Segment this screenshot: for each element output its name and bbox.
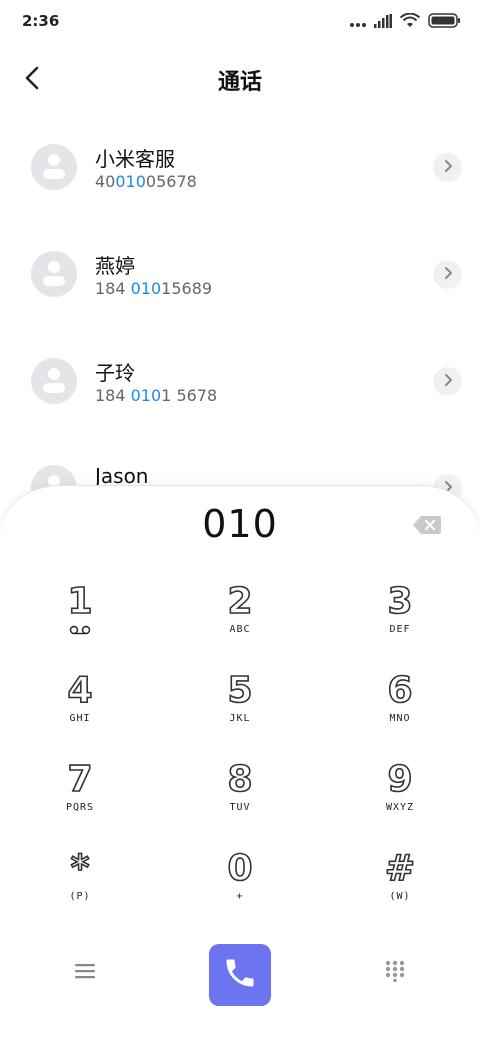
- match-highlight: 010: [115, 172, 146, 191]
- menu-icon: [75, 963, 95, 983]
- key-digit: 2: [227, 581, 254, 623]
- dialpad-sheet: 010 1 2 ABC 3 DEF 4 GHI 5 JKL 6 MNO 7 PQ…: [0, 486, 480, 1040]
- key-letters: WXYZ: [385, 802, 415, 813]
- contact-list: 小米客服 4001005678 燕婷 184 01015689 子玲 184 0…: [0, 114, 480, 542]
- header: 通话: [0, 52, 480, 108]
- call-button[interactable]: [209, 944, 271, 1006]
- key-1[interactable]: 1: [0, 581, 160, 670]
- key-letters: MNO: [389, 713, 411, 724]
- key-digit: 7: [67, 759, 94, 801]
- battery-icon: [428, 13, 460, 32]
- contact-detail-button[interactable]: [433, 367, 462, 396]
- key-star[interactable]: * (P): [0, 848, 160, 937]
- backspace-icon: [412, 516, 442, 540]
- status-bar: 2:36: [0, 0, 480, 44]
- key-letters: ABC: [229, 624, 251, 635]
- key-digit: 6: [387, 670, 414, 712]
- menu-button[interactable]: [70, 958, 100, 988]
- key-6[interactable]: 6 MNO: [320, 670, 480, 759]
- key-letters: TUV: [229, 802, 251, 813]
- key-letters: (P): [69, 891, 91, 902]
- voicemail-icon: [69, 624, 91, 638]
- dots-icon: [350, 13, 366, 32]
- chevron-right-icon: [443, 158, 453, 177]
- key-5[interactable]: 5 JKL: [160, 670, 320, 759]
- key-7[interactable]: 7 PQRS: [0, 759, 160, 848]
- chevron-right-icon: [443, 372, 453, 391]
- match-highlight: 010: [130, 386, 162, 405]
- contact-number: 184 01015689: [95, 279, 213, 298]
- key-0[interactable]: 0 +: [160, 848, 320, 937]
- dialpad-bottom-bar: [0, 942, 480, 1006]
- key-9[interactable]: 9 WXYZ: [320, 759, 480, 848]
- contact-row[interactable]: 燕婷 184 01015689: [0, 221, 480, 328]
- contact-number: 4001005678: [95, 172, 197, 191]
- key-hash[interactable]: # (W): [320, 848, 480, 937]
- page-title: 通话: [217, 70, 262, 95]
- key-2[interactable]: 2 ABC: [160, 581, 320, 670]
- backspace-button[interactable]: [412, 514, 442, 536]
- key-letters: +: [236, 891, 244, 902]
- key-digit: 5: [227, 670, 254, 712]
- contact-name: 子玲: [95, 361, 135, 385]
- contact-row[interactable]: 子玲 184 0101 5678: [0, 328, 480, 435]
- key-3[interactable]: 3 DEF: [320, 581, 480, 670]
- contact-number: 184 0101 5678: [95, 386, 218, 405]
- contact-name: 小米客服: [95, 147, 175, 171]
- avatar: [31, 358, 77, 404]
- signal-icon: [374, 13, 392, 32]
- key-letters: GHI: [69, 713, 91, 724]
- contact-name: 燕婷: [95, 254, 135, 278]
- phone-icon: [222, 955, 258, 995]
- contact-detail-button[interactable]: [433, 153, 462, 182]
- avatar: [31, 144, 77, 190]
- key-letters: (W): [389, 891, 411, 902]
- contact-detail-button[interactable]: [433, 260, 462, 289]
- chevron-right-icon: [443, 265, 453, 284]
- match-highlight: 010: [130, 279, 162, 298]
- key-letters: PQRS: [65, 802, 95, 813]
- avatar: [31, 251, 77, 297]
- key-4[interactable]: 4 GHI: [0, 670, 160, 759]
- key-digit: 0: [227, 848, 254, 890]
- status-icons: [350, 12, 460, 32]
- contact-row[interactable]: 小米客服 4001005678: [0, 114, 480, 221]
- contact-name: Jason: [95, 464, 149, 488]
- key-digit: #: [384, 848, 416, 890]
- key-digit: 9: [387, 759, 414, 801]
- key-letters: DEF: [389, 624, 411, 635]
- dialpad-grid-icon: [385, 960, 405, 986]
- key-digit: *: [70, 848, 90, 890]
- key-8[interactable]: 8 TUV: [160, 759, 320, 848]
- key-digit: 8: [227, 759, 254, 801]
- key-letters: JKL: [229, 713, 251, 724]
- dialed-number: 010: [202, 502, 278, 546]
- key-digit: 3: [387, 581, 414, 623]
- wifi-icon: [399, 12, 421, 32]
- key-digit: 1: [67, 581, 94, 623]
- key-digit: 4: [67, 670, 94, 712]
- status-time: 2:36: [22, 12, 60, 30]
- keypad-toggle-button[interactable]: [380, 958, 410, 988]
